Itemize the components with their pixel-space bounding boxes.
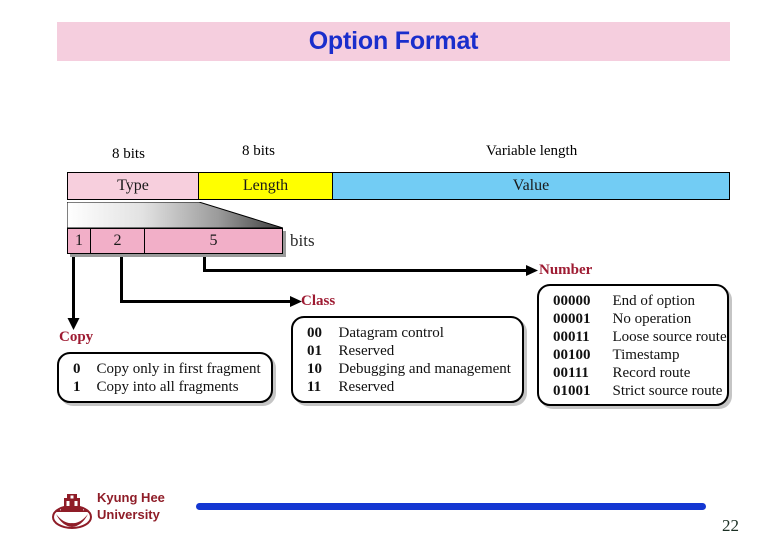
copy-value-row: 0 Copy only in first fragment xyxy=(73,360,261,378)
number-value-row: 00011 Loose source route xyxy=(553,328,727,346)
value-code: 00001 xyxy=(553,311,591,327)
number-value-row: 00111 Record route xyxy=(553,364,727,382)
number-values-list: 00000 End of option 00001 No operation 000… xyxy=(553,292,727,400)
value-description: Strict source route xyxy=(605,383,723,399)
value-code: 01 xyxy=(307,343,322,359)
connector-class-horizontal xyxy=(120,300,293,303)
footer-university-name: Kyung Hee University xyxy=(97,489,165,523)
number-value-row: 00000 End of option xyxy=(553,292,727,310)
class-value-row: 01 Reserved xyxy=(307,342,511,360)
page-number: 22 xyxy=(722,516,739,535)
value-description: Record route xyxy=(605,365,691,381)
bit-row-shadow-right xyxy=(283,231,286,257)
bit-cell-number: 5 xyxy=(144,228,283,254)
class-values-box: 00 Datagram control 01 Reserved 10 Debuggi… xyxy=(291,316,524,403)
value-code: 01001 xyxy=(553,383,591,399)
value-size-label: Variable length xyxy=(486,143,578,159)
footer-divider xyxy=(196,503,706,510)
value-code: 11 xyxy=(307,379,322,395)
value-code: 00111 xyxy=(553,365,589,381)
class-value-row: 11 Reserved xyxy=(307,378,511,396)
value-code: 10 xyxy=(307,361,322,377)
footer-university-line1: Kyung Hee xyxy=(97,490,165,505)
bit-cell-class: 2 xyxy=(90,228,145,254)
connector-number-arrowhead xyxy=(526,265,538,276)
value-code: 00000 xyxy=(553,293,591,309)
branch-label-copy: Copy xyxy=(59,329,94,345)
type-field-expander xyxy=(67,202,283,228)
value-description: No operation xyxy=(605,311,692,327)
value-description: Copy into all fragments xyxy=(89,379,239,395)
type-size-label: 8 bits xyxy=(112,146,145,162)
connector-class-vertical xyxy=(120,257,123,303)
value-description: Reserved xyxy=(331,379,395,395)
class-value-row: 00 Datagram control xyxy=(307,324,511,342)
number-value-row: 00001 No operation xyxy=(553,310,727,328)
university-crest-icon xyxy=(52,494,92,529)
number-value-row: 00100 Timestamp xyxy=(553,346,727,364)
value-code: 1 xyxy=(73,379,81,395)
copy-value-row: 1 Copy into all fragments xyxy=(73,378,261,396)
copy-values-list: 0 Copy only in first fragment 1 Copy into… xyxy=(73,360,261,396)
class-values-list: 00 Datagram control 01 Reserved 10 Debuggi… xyxy=(307,324,511,396)
bit-row-shadow xyxy=(70,254,285,257)
field-length: Length xyxy=(198,172,333,200)
number-values-box: 00000 End of option 00001 No operation 000… xyxy=(537,284,729,406)
value-code: 00100 xyxy=(553,347,591,363)
field-type: Type xyxy=(67,172,199,200)
footer-university-line2: University xyxy=(97,507,160,522)
value-description: End of option xyxy=(605,293,696,309)
value-description: Datagram control xyxy=(331,325,444,341)
value-code: 0 xyxy=(73,361,81,377)
class-value-row: 10 Debugging and management xyxy=(307,360,511,378)
value-description: Timestamp xyxy=(605,347,680,363)
bit-cell-copy: 1 xyxy=(67,228,91,254)
value-code: 00 xyxy=(307,325,322,341)
bits-unit-label: bits xyxy=(290,231,315,250)
value-code: 00011 xyxy=(553,329,590,345)
number-value-row: 01001 Strict source route xyxy=(553,382,727,400)
value-description: Loose source route xyxy=(605,329,727,345)
value-description: Reserved xyxy=(331,343,395,359)
connector-copy-arrowhead xyxy=(67,318,80,330)
connector-copy-line xyxy=(72,257,75,320)
connector-number-horizontal xyxy=(203,269,528,272)
option-format-diagram: 8 bits 8 bits Variable length Type Lengt… xyxy=(0,0,780,540)
branch-label-class: Class xyxy=(301,293,336,309)
length-size-label: 8 bits xyxy=(242,143,275,159)
value-description: Debugging and management xyxy=(331,361,511,377)
field-value: Value xyxy=(332,172,730,200)
branch-label-number: Number xyxy=(539,262,593,278)
value-description: Copy only in first fragment xyxy=(89,361,261,377)
copy-values-box: 0 Copy only in first fragment 1 Copy into… xyxy=(57,352,273,403)
connector-class-arrowhead xyxy=(290,296,302,307)
